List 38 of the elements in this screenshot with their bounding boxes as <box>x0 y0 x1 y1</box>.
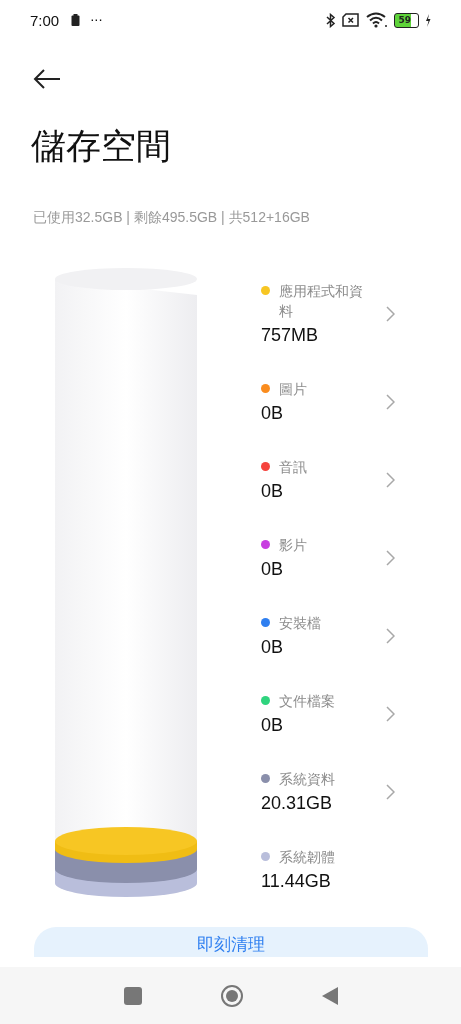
chevron-right-icon[interactable] <box>386 783 395 800</box>
category-label: 文件檔案 <box>279 692 336 711</box>
chevron-right-icon[interactable] <box>386 705 395 722</box>
chevron-right-icon[interactable] <box>386 627 395 644</box>
no-sim-icon <box>342 13 361 27</box>
category-size: 0B <box>261 636 285 658</box>
category-label: 系統資料 <box>279 770 336 789</box>
clean-button[interactable]: 即刻清理 <box>33 927 428 957</box>
category-size: 11.44GB <box>261 870 332 892</box>
chevron-right-icon[interactable] <box>386 393 395 410</box>
home-icon[interactable] <box>219 983 244 1008</box>
status-time: 7:00 <box>30 11 60 29</box>
storage-summary: 已使用32.5GB | 剩餘495.5GB | 共512+16GB <box>33 209 311 227</box>
clipboard-icon <box>71 14 81 26</box>
bluetooth-icon <box>326 12 337 28</box>
back-arrow-icon[interactable] <box>33 69 61 89</box>
category-size: 757MB <box>261 324 320 346</box>
wifi-icon <box>366 12 389 28</box>
category-label: 影片 <box>279 536 308 555</box>
category-label: 安裝檔 <box>279 614 322 633</box>
battery-indicator: 59 <box>394 12 419 28</box>
page-title: 儲存空間 <box>31 126 172 166</box>
charging-icon <box>425 13 431 27</box>
more-notifications: ··· <box>90 12 103 28</box>
category-label: 應用程式和資料 <box>279 282 364 321</box>
category-label: 音訊 <box>279 458 308 477</box>
category-size: 20.31GB <box>261 792 334 814</box>
category-label: 系統韌體 <box>279 848 336 867</box>
category-size: 0B <box>261 558 285 580</box>
chevron-right-icon[interactable] <box>386 549 395 566</box>
recents-icon[interactable] <box>123 986 142 1005</box>
category-size: 0B <box>261 402 285 424</box>
category-label: 圖片 <box>279 380 308 399</box>
category-size: 0B <box>261 480 285 502</box>
chevron-right-icon[interactable] <box>386 305 395 322</box>
category-size: 0B <box>261 714 285 736</box>
chevron-right-icon[interactable] <box>386 471 395 488</box>
back-icon[interactable] <box>321 986 338 1005</box>
